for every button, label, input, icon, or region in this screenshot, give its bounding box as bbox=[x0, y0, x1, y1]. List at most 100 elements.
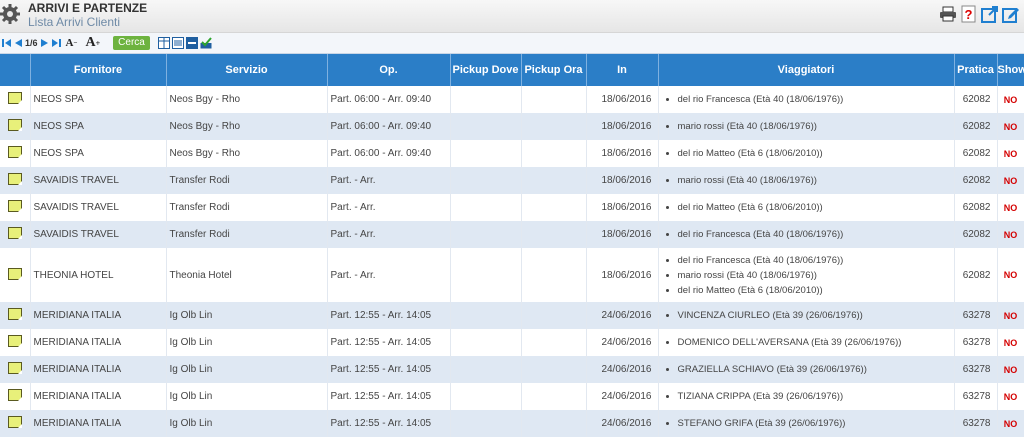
show-status[interactable]: NO bbox=[997, 86, 1024, 113]
table-row[interactable]: SAVAIDIS TRAVEL Transfer Rodi Part. - Arr.… bbox=[0, 221, 1024, 248]
col-header-in[interactable]: In bbox=[586, 54, 659, 86]
show-status[interactable]: NO bbox=[997, 140, 1024, 167]
pickup-dove-cell bbox=[450, 329, 522, 356]
table-row[interactable]: MERIDIANA ITALIA Ig Olb Lin Part. 12:55 - … bbox=[0, 302, 1024, 329]
in-date-cell: 18/06/2016 bbox=[586, 113, 659, 140]
table-row[interactable]: MERIDIANA ITALIA Ig Olb Lin Part. 12:55 - … bbox=[0, 329, 1024, 356]
show-status[interactable]: NO bbox=[997, 410, 1024, 437]
check-export-icon[interactable] bbox=[200, 35, 212, 51]
show-status[interactable]: NO bbox=[997, 167, 1024, 194]
note-icon[interactable] bbox=[7, 227, 22, 239]
note-icon[interactable] bbox=[7, 200, 22, 212]
op-cell: Part. 12:55 - Arr. 14:05 bbox=[327, 383, 451, 410]
servizio-cell: Transfer Rodi bbox=[166, 167, 328, 194]
note-icon[interactable] bbox=[7, 335, 22, 347]
traveler-item: del rio Francesca (Età 40 (18/06/1976)) bbox=[678, 253, 951, 268]
table-row[interactable]: NEOS SPA Neos Bgy - Rho Part. 06:00 - Arr.… bbox=[0, 140, 1024, 167]
pickup-dove-cell bbox=[450, 221, 522, 248]
note-icon[interactable] bbox=[7, 267, 22, 280]
col-header-pickup-ora[interactable]: Pickup Ora bbox=[521, 54, 587, 86]
pickup-ora-cell bbox=[521, 248, 587, 302]
table-row[interactable]: MERIDIANA ITALIA Ig Olb Lin Part. 12:55 - … bbox=[0, 410, 1024, 437]
next-page-icon[interactable] bbox=[40, 35, 49, 51]
show-status[interactable]: NO bbox=[997, 113, 1024, 140]
edit-icon[interactable] bbox=[1002, 5, 1020, 23]
note-cell bbox=[0, 113, 31, 140]
grid-view-icon[interactable] bbox=[185, 35, 198, 51]
servizio-cell: Ig Olb Lin bbox=[166, 329, 328, 356]
servizio-cell: Theonia Hotel bbox=[166, 248, 328, 302]
fornitore-cell: SAVAIDIS TRAVEL bbox=[30, 221, 167, 248]
prev-page-icon[interactable] bbox=[14, 35, 22, 51]
traveler-list: mario rossi (Età 40 (18/06/1976)) bbox=[662, 173, 951, 188]
fornitore-cell: NEOS SPA bbox=[30, 113, 167, 140]
col-header-op[interactable]: Op. bbox=[327, 54, 451, 86]
table-row[interactable]: SAVAIDIS TRAVEL Transfer Rodi Part. - Arr.… bbox=[0, 167, 1024, 194]
table-row[interactable]: MERIDIANA ITALIA Ig Olb Lin Part. 12:55 - … bbox=[0, 356, 1024, 383]
traveler-list: TIZIANA CRIPPA (Età 39 (26/06/1976)) bbox=[662, 389, 951, 404]
pratica-cell: 62082 bbox=[954, 221, 998, 248]
traveler-item: DOMENICO DELL'AVERSANA (Età 39 (26/06/19… bbox=[678, 335, 951, 350]
table-row[interactable]: MERIDIANA ITALIA Ig Olb Lin Part. 12:55 - … bbox=[0, 383, 1024, 410]
show-status[interactable]: NO bbox=[997, 329, 1024, 356]
col-header-fornitore[interactable]: Fornitore bbox=[30, 54, 167, 86]
pratica-cell: 63278 bbox=[954, 302, 998, 329]
note-cell bbox=[0, 221, 31, 248]
col-header-pratica[interactable]: Pratica bbox=[954, 54, 998, 86]
show-status[interactable]: NO bbox=[997, 248, 1024, 302]
font-decrease-icon[interactable]: A − bbox=[66, 35, 78, 51]
table-row[interactable]: SAVAIDIS TRAVEL Transfer Rodi Part. - Arr.… bbox=[0, 194, 1024, 221]
show-status[interactable]: NO bbox=[997, 194, 1024, 221]
note-cell bbox=[0, 86, 31, 113]
col-header-pickup-dove[interactable]: Pickup Dove bbox=[450, 54, 522, 86]
help-icon[interactable]: ? bbox=[960, 5, 978, 23]
note-icon[interactable] bbox=[7, 308, 22, 320]
note-icon[interactable] bbox=[7, 119, 22, 131]
in-date-cell: 18/06/2016 bbox=[586, 221, 659, 248]
col-header-show[interactable]: Show bbox=[997, 54, 1024, 86]
viaggiatori-cell: mario rossi (Età 40 (18/06/1976)) bbox=[658, 167, 955, 194]
in-date-cell: 18/06/2016 bbox=[586, 167, 659, 194]
list-view-icon[interactable] bbox=[171, 35, 184, 51]
search-button[interactable]: Cerca bbox=[113, 36, 150, 50]
pickup-ora-cell bbox=[521, 302, 587, 329]
font-increase-icon[interactable]: A + bbox=[85, 35, 100, 51]
open-external-icon[interactable] bbox=[981, 5, 999, 23]
note-icon[interactable] bbox=[7, 416, 22, 428]
show-status[interactable]: NO bbox=[997, 383, 1024, 410]
pratica-cell: 62082 bbox=[954, 86, 998, 113]
last-page-icon[interactable] bbox=[51, 35, 61, 51]
col-header-viaggiatori[interactable]: Viaggiatori bbox=[658, 54, 955, 86]
col-header-servizio[interactable]: Servizio bbox=[166, 54, 328, 86]
traveler-list: VINCENZA CIURLEO (Età 39 (26/06/1976)) bbox=[662, 308, 951, 323]
table-row[interactable]: NEOS SPA Neos Bgy - Rho Part. 06:00 - Arr.… bbox=[0, 113, 1024, 140]
op-cell: Part. 06:00 - Arr. 09:40 bbox=[327, 140, 451, 167]
servizio-cell: Ig Olb Lin bbox=[166, 302, 328, 329]
note-cell bbox=[0, 302, 31, 329]
pickup-dove-cell bbox=[450, 140, 522, 167]
servizio-cell: Ig Olb Lin bbox=[166, 410, 328, 437]
in-date-cell: 24/06/2016 bbox=[586, 302, 659, 329]
show-status[interactable]: NO bbox=[997, 356, 1024, 383]
note-cell bbox=[0, 329, 31, 356]
note-icon[interactable] bbox=[7, 362, 22, 374]
note-icon[interactable] bbox=[7, 173, 22, 185]
op-cell: Part. - Arr. bbox=[327, 221, 451, 248]
table-row[interactable]: NEOS SPA Neos Bgy - Rho Part. 06:00 - Arr.… bbox=[0, 86, 1024, 113]
viaggiatori-cell: del rio Francesca (Età 40 (18/06/1976)) bbox=[658, 86, 955, 113]
columns-icon[interactable] bbox=[157, 35, 170, 51]
table-row[interactable]: THEONIA HOTEL Theonia Hotel Part. - Arr. 18… bbox=[0, 248, 1024, 302]
note-cell bbox=[0, 356, 31, 383]
show-status[interactable]: NO bbox=[997, 302, 1024, 329]
op-cell: Part. 12:55 - Arr. 14:05 bbox=[327, 302, 451, 329]
viaggiatori-cell: GRAZIELLA SCHIAVO (Età 39 (26/06/1976)) bbox=[658, 356, 955, 383]
note-icon[interactable] bbox=[7, 389, 22, 401]
first-page-icon[interactable] bbox=[2, 35, 12, 51]
show-status[interactable]: NO bbox=[997, 221, 1024, 248]
pickup-ora-cell bbox=[521, 221, 587, 248]
note-icon[interactable] bbox=[7, 92, 22, 104]
note-cell bbox=[0, 194, 31, 221]
viaggiatori-cell: del rio Francesca (Età 40 (18/06/1976))m… bbox=[658, 248, 955, 302]
note-icon[interactable] bbox=[7, 146, 22, 158]
print-icon[interactable] bbox=[939, 5, 957, 23]
